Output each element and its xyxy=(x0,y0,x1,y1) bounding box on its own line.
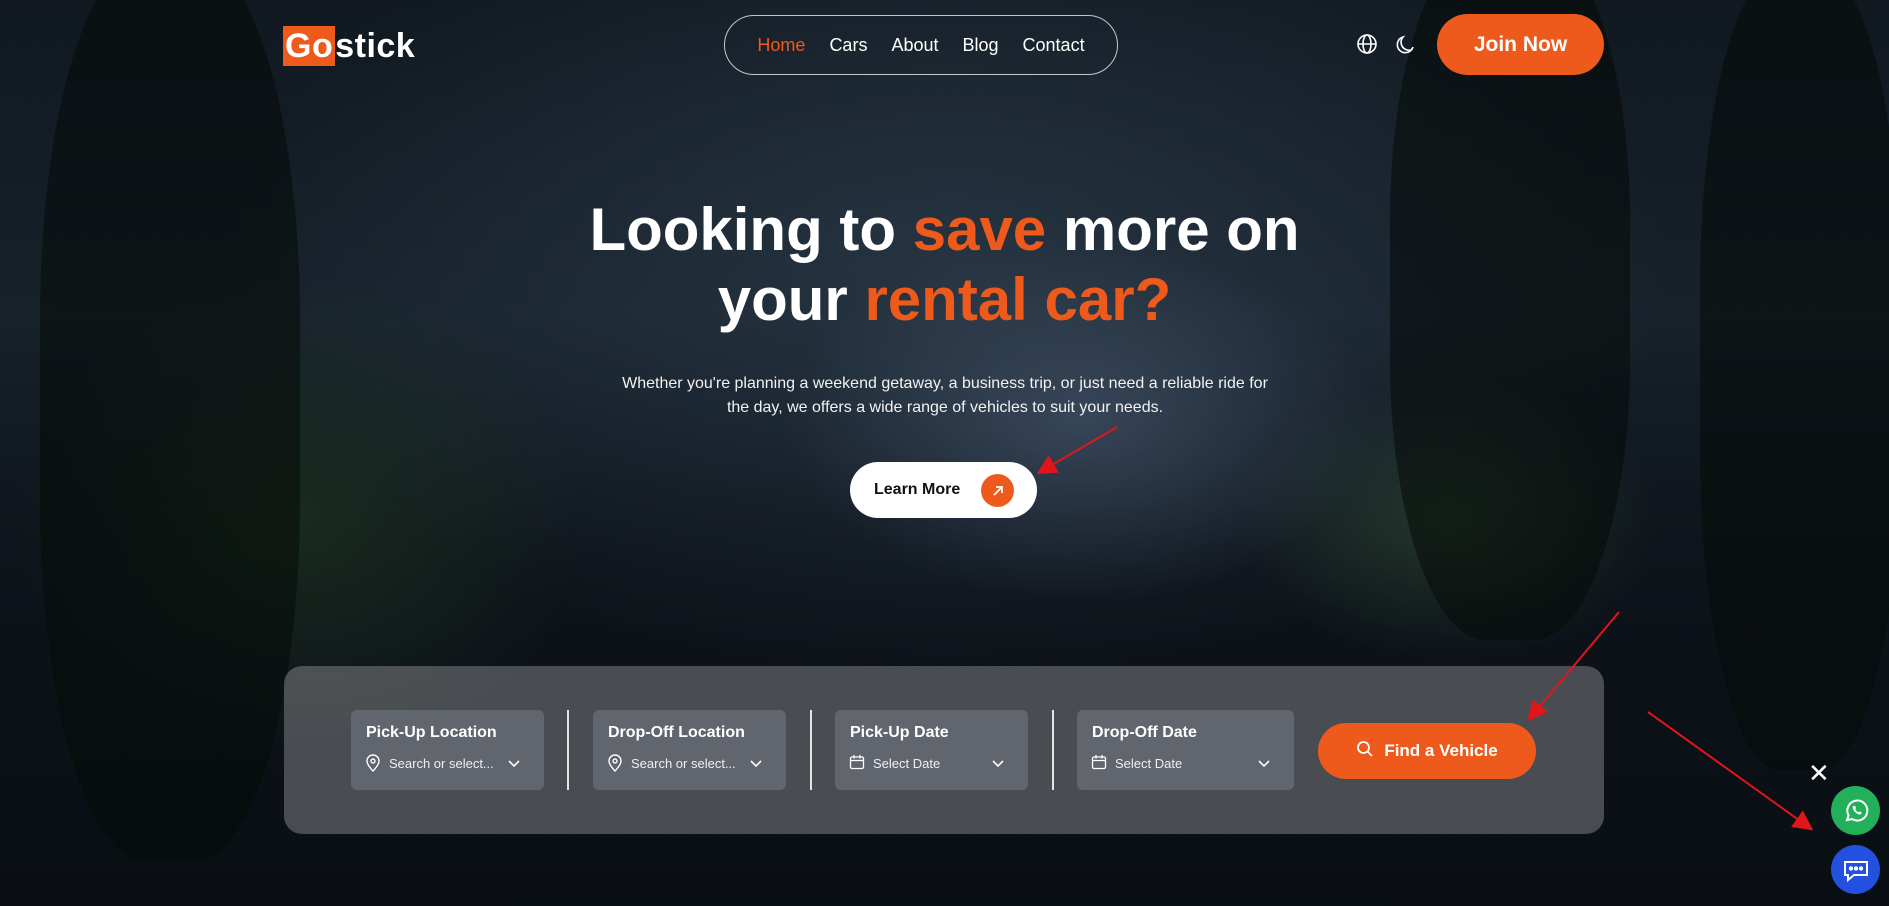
annotation-arrows xyxy=(1036,426,1814,831)
